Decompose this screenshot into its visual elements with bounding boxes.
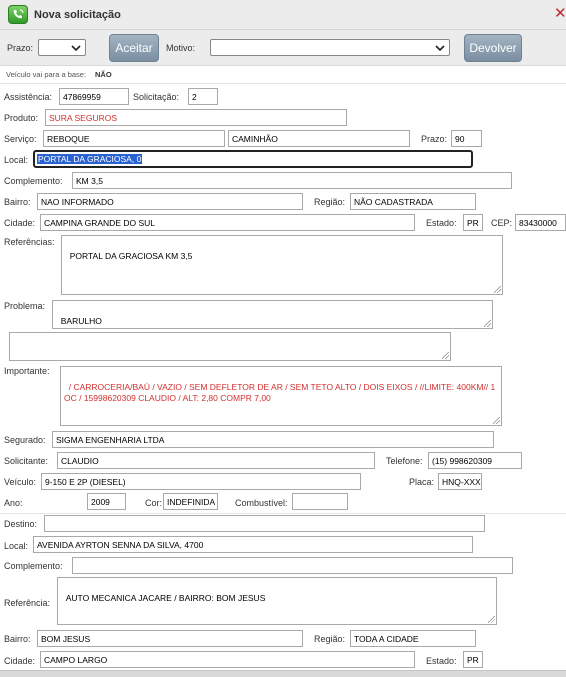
chevron-down-icon <box>435 45 445 52</box>
cep-label: CEP: <box>491 218 513 228</box>
estado-field[interactable]: PR <box>463 214 483 231</box>
local-value: PORTAL DA GRACIOSA, 0 <box>37 154 143 164</box>
referencias-textarea[interactable]: PORTAL DA GRACIOSA KM 3,5 <box>61 235 503 295</box>
local-label: Local: <box>4 155 29 165</box>
importante-textarea[interactable]: / CARROCERIA/BAÚ / VAZIO / SEM DEFLETOR … <box>60 366 502 426</box>
importante-label: Importante: <box>4 366 50 376</box>
servico-field[interactable]: REBOQUE <box>43 130 225 147</box>
referencias-value: PORTAL DA GRACIOSA KM 3,5 <box>69 251 193 261</box>
assistencia-label: Assistência: <box>4 92 53 102</box>
section-divider <box>0 513 566 514</box>
regiao-field[interactable]: NÃO CADASTRADA <box>350 193 476 210</box>
segurado-label: Segurado: <box>4 435 46 445</box>
telefone-field[interactable]: (15) 998620309 <box>428 452 522 469</box>
destino-complemento-label: Complemento: <box>4 561 63 571</box>
motivo-label: Motivo: <box>166 43 196 53</box>
solicitacao-label: Solicitação: <box>133 92 180 102</box>
bairro-field[interactable]: NAO INFORMADO <box>37 193 303 210</box>
complemento-field[interactable]: KM 3,5 <box>72 172 512 189</box>
cor-label: Cor: <box>145 498 163 508</box>
prazo-label: Prazo: <box>7 43 34 53</box>
segurado-field[interactable]: SIGMA ENGENHARIA LTDA <box>52 431 494 448</box>
title-bar: Nova solicitação ✕ <box>0 0 566 30</box>
close-icon[interactable]: ✕ <box>554 6 566 22</box>
estado-label: Estado: <box>426 218 457 228</box>
cor-field[interactable]: INDEFINIDA <box>163 493 218 510</box>
destino-estado-field[interactable]: PR <box>463 651 483 668</box>
problema-detalhe-textarea[interactable] <box>9 332 451 361</box>
chevron-down-icon <box>71 45 81 52</box>
problema-value: BARULHO <box>60 316 102 326</box>
cep-field[interactable]: 83430000 <box>515 214 566 231</box>
resize-grip-icon[interactable] <box>488 616 495 623</box>
toolbar: Prazo: Aceitar Motivo: Devolver <box>0 30 566 66</box>
servico-tipo-field[interactable]: CAMINHÃO <box>228 130 410 147</box>
destino-local-field[interactable]: AVENIDA AYRTON SENNA DA SILVA, 4700 <box>33 536 473 553</box>
base-info-bar: Veículo vai para a base: NÃO <box>0 66 566 84</box>
solicitacao-field[interactable]: 2 <box>188 88 218 105</box>
destino-referencia-label: Referência: <box>4 598 51 608</box>
referencias-label: Referências: <box>4 237 55 247</box>
aceitar-button[interactable]: Aceitar <box>109 34 159 62</box>
destino-bairro-label: Bairro: <box>4 634 31 644</box>
complemento-label: Complemento: <box>4 176 63 186</box>
destino-referencia-value: AUTO MECANICA JACARE / BAIRRO: BOM JESUS <box>65 593 266 603</box>
ano-label: Ano: <box>4 498 23 508</box>
solicitante-field[interactable]: CLAUDIO <box>57 452 375 469</box>
destino-cidade-field[interactable]: CAMPO LARGO <box>40 651 415 668</box>
assistencia-field[interactable]: 47869959 <box>59 88 129 105</box>
resize-grip-icon[interactable] <box>493 417 500 424</box>
destino-label: Destino: <box>4 519 38 529</box>
window-title: Nova solicitação <box>34 9 121 21</box>
servico-prazo-field[interactable]: 90 <box>451 130 482 147</box>
cidade-label: Cidade: <box>4 218 36 228</box>
produto-label: Produto: <box>4 113 39 123</box>
destino-local-label: Local: <box>4 541 29 551</box>
combustivel-label: Combustível: <box>235 498 288 508</box>
phone-refresh-icon <box>8 5 28 24</box>
base-info-label: Veículo vai para a base: <box>6 70 87 79</box>
motivo-select[interactable] <box>210 39 450 56</box>
destino-cidade-label: Cidade: <box>4 656 36 666</box>
base-info-value: NÃO <box>95 70 112 79</box>
devolver-button[interactable]: Devolver <box>464 34 522 62</box>
regiao-label: Região: <box>314 197 346 207</box>
local-field[interactable]: PORTAL DA GRACIOSA, 0 <box>33 150 473 168</box>
problema-label: Problema: <box>4 301 46 311</box>
problema-textarea[interactable]: BARULHO <box>52 300 493 329</box>
destino-referencia-textarea[interactable]: AUTO MECANICA JACARE / BAIRRO: BOM JESUS <box>57 577 497 625</box>
cidade-field[interactable]: CAMPINA GRANDE DO SUL <box>40 214 415 231</box>
resize-grip-icon[interactable] <box>442 352 449 359</box>
solicitante-label: Solicitante: <box>4 456 49 466</box>
telefone-label: Telefone: <box>386 456 423 466</box>
resize-grip-icon[interactable] <box>494 286 501 293</box>
servico-prazo-label: Prazo: <box>421 134 448 144</box>
destino-complemento-field[interactable] <box>72 557 513 574</box>
resize-grip-icon[interactable] <box>484 320 491 327</box>
destino-estado-label: Estado: <box>426 656 457 666</box>
placa-field[interactable]: HNQ-XXXX <box>438 473 482 490</box>
veiculo-label: Veículo: <box>4 477 37 487</box>
bottom-scroll-bar[interactable] <box>0 670 566 677</box>
servico-label: Serviço: <box>4 134 37 144</box>
destino-regiao-label: Região: <box>314 634 346 644</box>
destino-field[interactable] <box>44 515 485 532</box>
placa-label: Placa: <box>409 477 435 487</box>
prazo-select[interactable] <box>38 39 86 56</box>
destino-bairro-field[interactable]: BOM JESUS <box>37 630 303 647</box>
importante-value: / CARROCERIA/BAÚ / VAZIO / SEM DEFLETOR … <box>64 382 498 403</box>
destino-regiao-field[interactable]: TODA A CIDADE <box>350 630 476 647</box>
combustivel-field[interactable] <box>292 493 348 510</box>
veiculo-field[interactable]: 9-150 E 2P (DIESEL) <box>41 473 361 490</box>
bairro-label: Bairro: <box>4 197 31 207</box>
ano-field[interactable]: 2009 <box>87 493 126 510</box>
produto-field[interactable]: SURA SEGUROS <box>45 109 347 126</box>
